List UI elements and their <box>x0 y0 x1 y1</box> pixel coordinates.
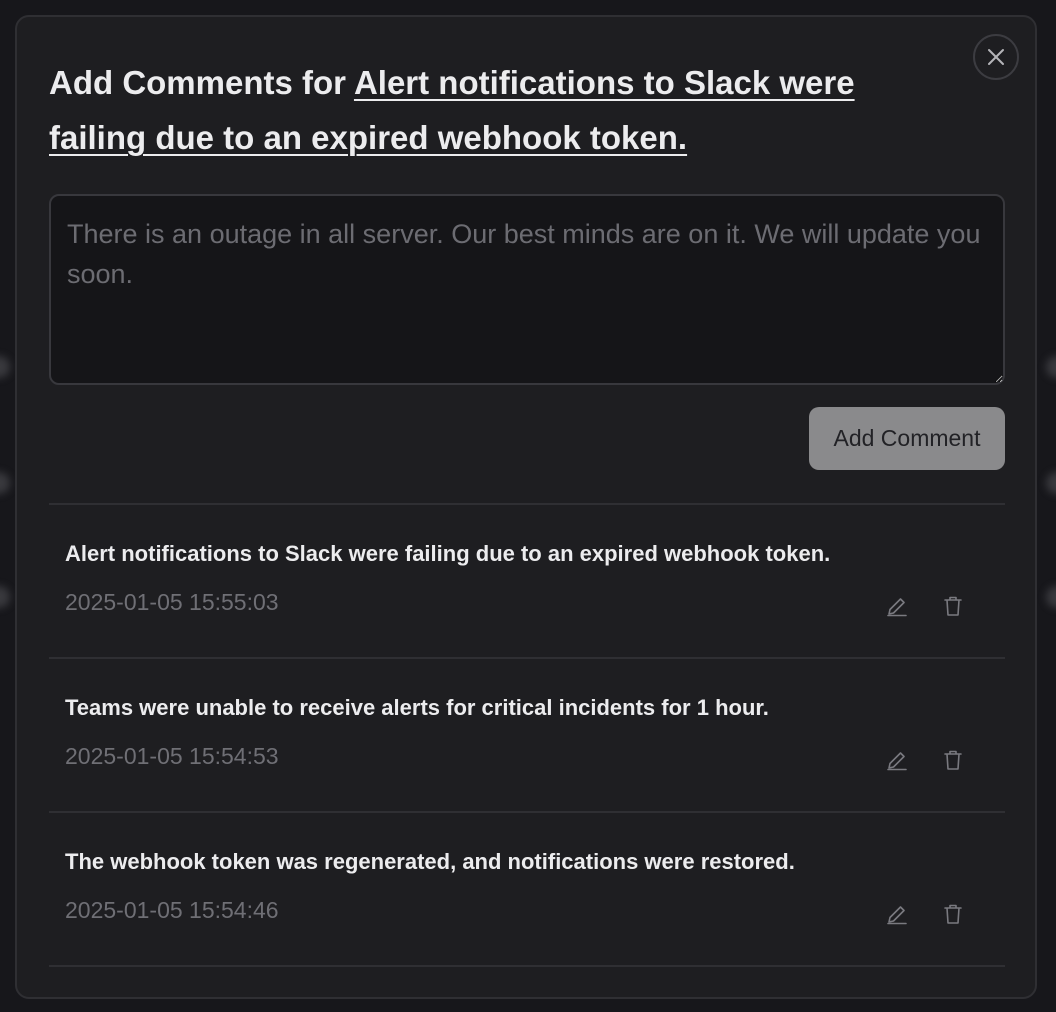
delete-comment-button[interactable] <box>936 743 970 777</box>
modal-title: Add Comments for Alert notifications to … <box>49 55 949 165</box>
close-icon <box>988 49 1004 65</box>
backdrop-glow <box>1046 356 1056 378</box>
add-comments-modal: Add Comments for Alert notifications to … <box>15 15 1037 999</box>
edit-comment-button[interactable] <box>880 743 914 777</box>
title-prefix: Add Comments for <box>49 64 354 101</box>
backdrop-glow <box>1046 472 1056 494</box>
delete-comment-button[interactable] <box>936 897 970 931</box>
pencil-icon <box>887 598 907 617</box>
comment-item: The webhook token was regenerated, and n… <box>49 813 1005 965</box>
comment-timestamp: 2025-01-05 15:54:46 <box>65 897 279 923</box>
edit-comment-button[interactable] <box>880 897 914 931</box>
trash-icon <box>944 750 962 770</box>
trash-icon <box>944 596 962 616</box>
pencil-icon <box>887 906 907 925</box>
backdrop-glow <box>0 356 10 378</box>
close-button[interactable] <box>973 34 1019 80</box>
comment-textarea[interactable] <box>49 194 1005 385</box>
comment-timestamp: 2025-01-05 15:54:53 <box>65 743 279 769</box>
comment-text: Teams were unable to receive alerts for … <box>65 695 769 720</box>
backdrop-glow <box>0 472 10 494</box>
comment-item: Alert notifications to Slack were failin… <box>49 505 1005 657</box>
trash-icon <box>944 904 962 924</box>
comment-timestamp: 2025-01-05 15:55:03 <box>65 589 279 615</box>
backdrop-glow <box>1046 586 1056 608</box>
comment-text: The webhook token was regenerated, and n… <box>65 849 795 874</box>
comment-item: Teams were unable to receive alerts for … <box>49 659 1005 811</box>
divider <box>49 965 1005 967</box>
backdrop-glow <box>0 586 10 608</box>
add-comment-button[interactable]: Add Comment <box>809 407 1005 470</box>
edit-comment-button[interactable] <box>880 589 914 623</box>
comment-text: Alert notifications to Slack were failin… <box>65 541 831 566</box>
pencil-icon <box>887 752 907 771</box>
delete-comment-button[interactable] <box>936 589 970 623</box>
